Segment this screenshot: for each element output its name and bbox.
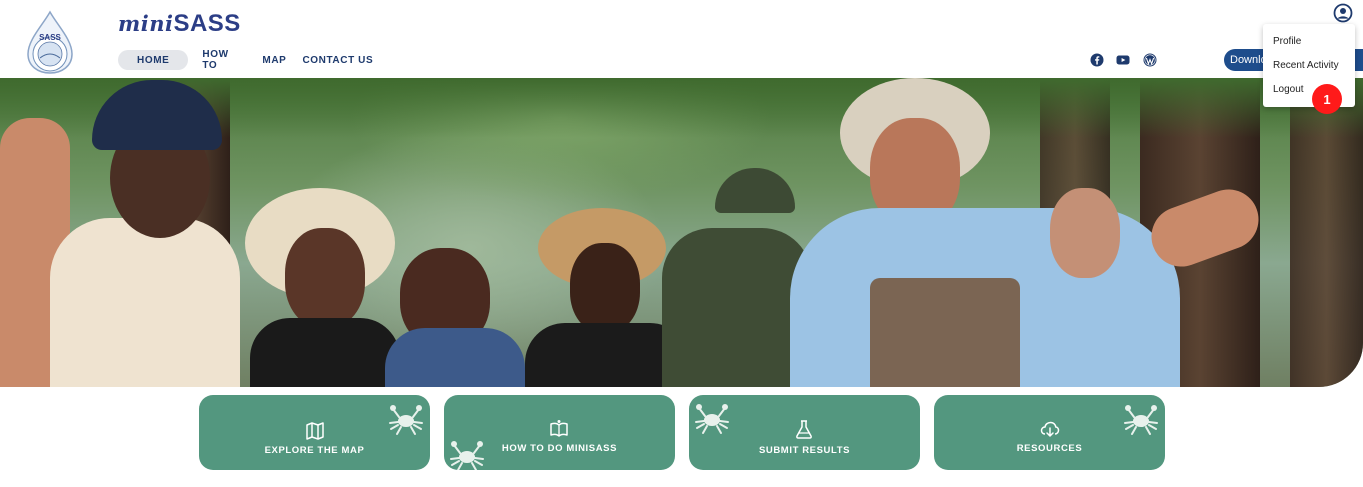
flask-icon xyxy=(796,420,812,439)
minisass-logo[interactable]: SASS xyxy=(24,10,76,74)
map-icon xyxy=(306,422,324,440)
download-label: Downlo xyxy=(1230,54,1264,66)
download-app-button[interactable]: Downlo xyxy=(1224,49,1264,71)
main-nav: HOME HOW TO MAP CONTACT US xyxy=(118,49,381,71)
nav-how-to[interactable]: HOW TO xyxy=(188,49,248,71)
download-button-edge xyxy=(1354,49,1363,71)
card-label: SUBMIT RESULTS xyxy=(758,445,851,456)
card-label: EXPLORE THE MAP xyxy=(264,445,365,456)
menu-item-recent-activity[interactable]: Recent Activity xyxy=(1273,60,1339,71)
logo-text: SASS xyxy=(39,33,61,42)
user-account-icon[interactable] xyxy=(1333,3,1353,23)
book-icon xyxy=(550,420,568,437)
card-how-to-do-minisass[interactable]: HOW TO DO MINISASS xyxy=(444,395,675,470)
annotation-badge: 1 xyxy=(1312,84,1342,114)
brand-mini: mini xyxy=(118,11,174,36)
hero-banner-image xyxy=(0,78,1363,387)
site-header: SASS miniSASS HOME HOW TO MAP CONTACT US… xyxy=(0,0,1363,78)
nav-map[interactable]: MAP xyxy=(248,50,294,70)
youtube-icon[interactable] xyxy=(1116,53,1130,67)
brand-sass: SASS xyxy=(173,10,241,37)
facebook-icon[interactable] xyxy=(1090,53,1104,67)
crab-icon xyxy=(450,441,484,470)
brand-wordmark[interactable]: miniSASS xyxy=(118,12,241,36)
crab-icon xyxy=(389,405,423,435)
crab-icon xyxy=(695,404,729,434)
menu-item-logout[interactable]: Logout xyxy=(1273,84,1304,95)
nav-contact-us[interactable]: CONTACT US xyxy=(294,50,381,70)
card-submit-results[interactable]: SUBMIT RESULTS xyxy=(689,395,920,470)
card-resources[interactable]: RESOURCES xyxy=(934,395,1165,470)
quick-links: EXPLORE THE MAP HOW TO DO MINISASS SUBMI… xyxy=(199,395,1165,470)
cloud-download-icon xyxy=(1040,421,1060,437)
card-label: RESOURCES xyxy=(1016,443,1083,454)
crab-icon xyxy=(1124,405,1158,435)
menu-item-profile[interactable]: Profile xyxy=(1273,36,1301,47)
wordpress-icon[interactable] xyxy=(1143,53,1157,67)
card-explore-map[interactable]: EXPLORE THE MAP xyxy=(199,395,430,470)
nav-home[interactable]: HOME xyxy=(118,50,189,70)
